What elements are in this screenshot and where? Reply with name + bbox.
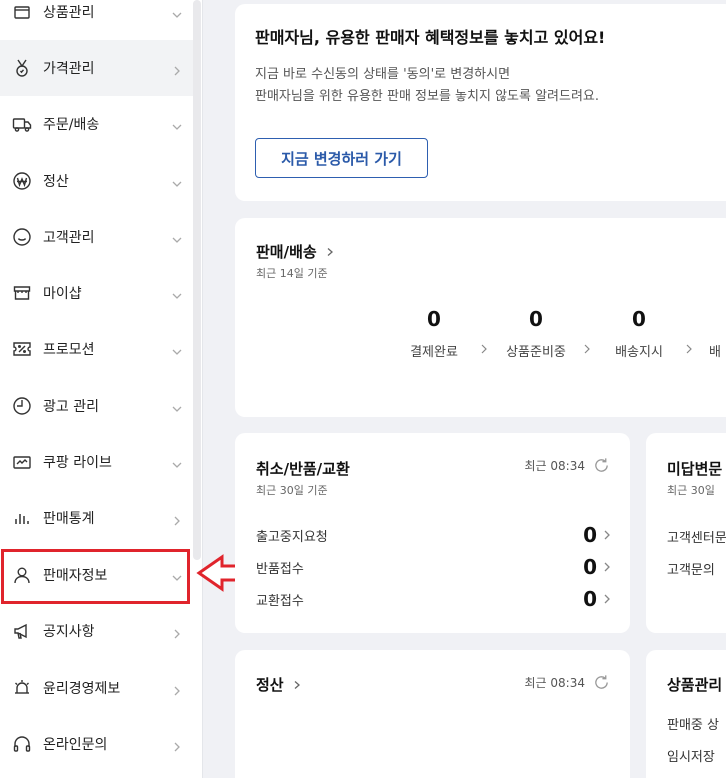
returns-row-exchange[interactable]: 교환접수 0 [256, 587, 611, 611]
chevron-right-icon [481, 344, 487, 354]
unanswered-row[interactable]: 고객센터문 [667, 527, 726, 546]
chevron-right-icon [171, 62, 183, 76]
sidebar-item-notice[interactable]: 공지사항 [0, 603, 193, 659]
returns-row-return[interactable]: 반품접수 0 [256, 555, 611, 579]
sidebar-item-label: 쿠팡 라이브 [43, 455, 112, 471]
sidebar-item-label: 가격관리 [43, 61, 95, 77]
unanswered-row[interactable]: 고객문의 [667, 559, 715, 578]
settlement-refresh[interactable]: 최근 08:34 [525, 674, 610, 691]
returns-row-stop-shipping[interactable]: 출고중지요청 0 [256, 523, 611, 547]
unanswered-card: 미답변문 최근 30일 고객센터문 고객문의 [646, 433, 726, 633]
chevron-down-icon [171, 400, 183, 412]
sidebar-item-stats[interactable]: 판매통계 [0, 490, 193, 546]
chevron-right-icon [171, 682, 183, 696]
returns-title: 취소/반품/교환 [256, 460, 350, 478]
sidebar-item-price[interactable]: 가격관리 [0, 40, 193, 96]
returns-subtitle: 최근 30일 기준 [256, 484, 328, 497]
sidebar: 상품관리 가격관리 주문/배송 정산 고객관리 마이샵 프로모션 광고 관리 쿠… [0, 0, 203, 778]
sidebar-item-label: 판매통계 [43, 511, 95, 527]
sidebar-item-label: 프로모션 [43, 342, 95, 358]
megaphone-icon [12, 621, 32, 641]
sales-delivery-title[interactable]: 판매/배송 [256, 241, 335, 262]
chevron-right-icon [171, 738, 183, 752]
chevron-right-icon [171, 512, 183, 526]
stat-preparing[interactable]: 0 상품준비중 [498, 307, 574, 360]
clock-icon [12, 396, 32, 416]
shop-icon [12, 283, 32, 303]
truck-icon [12, 114, 32, 134]
sidebar-item-order[interactable]: 주문/배송 [0, 96, 193, 152]
chevron-down-icon [171, 6, 183, 18]
refresh-icon [595, 458, 608, 472]
sidebar-item-settlement[interactable]: 정산 [0, 153, 193, 209]
sidebar-item-myshop[interactable]: 마이샵 [0, 265, 193, 321]
chevron-right-icon [327, 247, 333, 256]
chevron-right-icon [686, 344, 692, 354]
sidebar-item-label: 윤리경영제보 [43, 681, 121, 697]
sidebar-item-label: 상품관리 [43, 5, 95, 21]
sales-delivery-card: 판매/배송 최근 14일 기준 0 결제완료 0 상품준비중 0 배송지시 배 [235, 218, 726, 417]
won-icon [12, 171, 32, 191]
chevron-down-icon [171, 175, 183, 187]
stat-payment-complete[interactable]: 0 결제완료 [399, 307, 469, 360]
settlement-card: 정산 최근 08:34 [235, 650, 630, 778]
product-icon [12, 2, 32, 22]
sidebar-item-label: 주문/배송 [43, 117, 100, 133]
product-mgmt-row[interactable]: 판매중 상 [667, 714, 719, 733]
chevron-right-icon [604, 594, 610, 604]
sidebar-item-promotion[interactable]: 프로모션 [0, 321, 193, 377]
settlement-title[interactable]: 정산 [256, 674, 302, 695]
sales-delivery-subtitle: 최근 14일 기준 [256, 267, 328, 280]
sidebar-item-inquiry[interactable]: 온라인문의 [0, 716, 193, 772]
chevron-down-icon [171, 118, 183, 130]
chevron-down-icon [171, 287, 183, 299]
sidebar-scrollbar[interactable] [193, 0, 201, 560]
chevron-right-icon [604, 562, 610, 572]
sidebar-item-label: 광고 관리 [43, 399, 99, 415]
chevron-down-icon [171, 456, 183, 468]
unanswered-title: 미답변문 [667, 460, 723, 478]
medal-icon [12, 58, 32, 78]
sidebar-item-label: 고객관리 [43, 230, 95, 246]
product-mgmt-row[interactable]: 임시저장 [667, 746, 715, 765]
returns-refresh[interactable]: 최근 08:34 [525, 457, 610, 474]
chevron-down-icon [171, 343, 183, 355]
chevron-right-icon [171, 625, 183, 639]
change-consent-button[interactable]: 지금 변경하러 가기 [255, 138, 428, 178]
sidebar-item-customer[interactable]: 고객관리 [0, 209, 193, 265]
stat-delivering[interactable]: 배 [709, 307, 726, 360]
sidebar-item-live[interactable]: 쿠팡 라이브 [0, 434, 193, 490]
headset-icon [12, 734, 32, 754]
coupon-icon [12, 339, 32, 359]
sidebar-item-label: 온라인문의 [43, 737, 108, 753]
unanswered-subtitle: 최근 30일 [667, 484, 715, 497]
product-mgmt-title: 상품관리 [667, 676, 723, 694]
highlight-box [1, 549, 190, 604]
returns-card: 취소/반품/교환 최근 30일 기준 최근 08:34 출고중지요청 0 반품접… [235, 433, 630, 633]
sidebar-item-label: 마이샵 [43, 286, 82, 302]
notice-card: 판매자님, 유용한 판매자 혜택정보를 놓치고 있어요! 지금 바로 수신동의 … [235, 4, 726, 201]
live-icon [12, 452, 32, 472]
chevron-right-icon [584, 344, 590, 354]
sidebar-item-ads[interactable]: 광고 관리 [0, 378, 193, 434]
sidebar-scrollbar-track [193, 562, 201, 778]
notice-title: 판매자님, 유용한 판매자 혜택정보를 놓치고 있어요! [255, 28, 606, 47]
sidebar-item-ethics[interactable]: 윤리경영제보 [0, 660, 193, 716]
sidebar-item-product[interactable]: 상품관리 [0, 0, 193, 40]
refresh-icon [595, 675, 608, 689]
smile-icon [12, 227, 32, 247]
bar-chart-icon [12, 508, 32, 528]
alarm-icon [12, 678, 32, 698]
sidebar-item-label: 정산 [43, 174, 69, 190]
chevron-right-icon [294, 680, 300, 689]
chevron-right-icon [604, 530, 610, 540]
sidebar-item-label: 공지사항 [43, 624, 95, 640]
chevron-down-icon [171, 231, 183, 243]
notice-description: 지금 바로 수신동의 상태를 '동의'로 변경하시면 판매자님을 위한 유용한 … [255, 67, 600, 104]
stat-shipping-order[interactable]: 0 배송지시 [604, 307, 674, 360]
product-mgmt-card: 상품관리 판매중 상 임시저장 [646, 650, 726, 778]
